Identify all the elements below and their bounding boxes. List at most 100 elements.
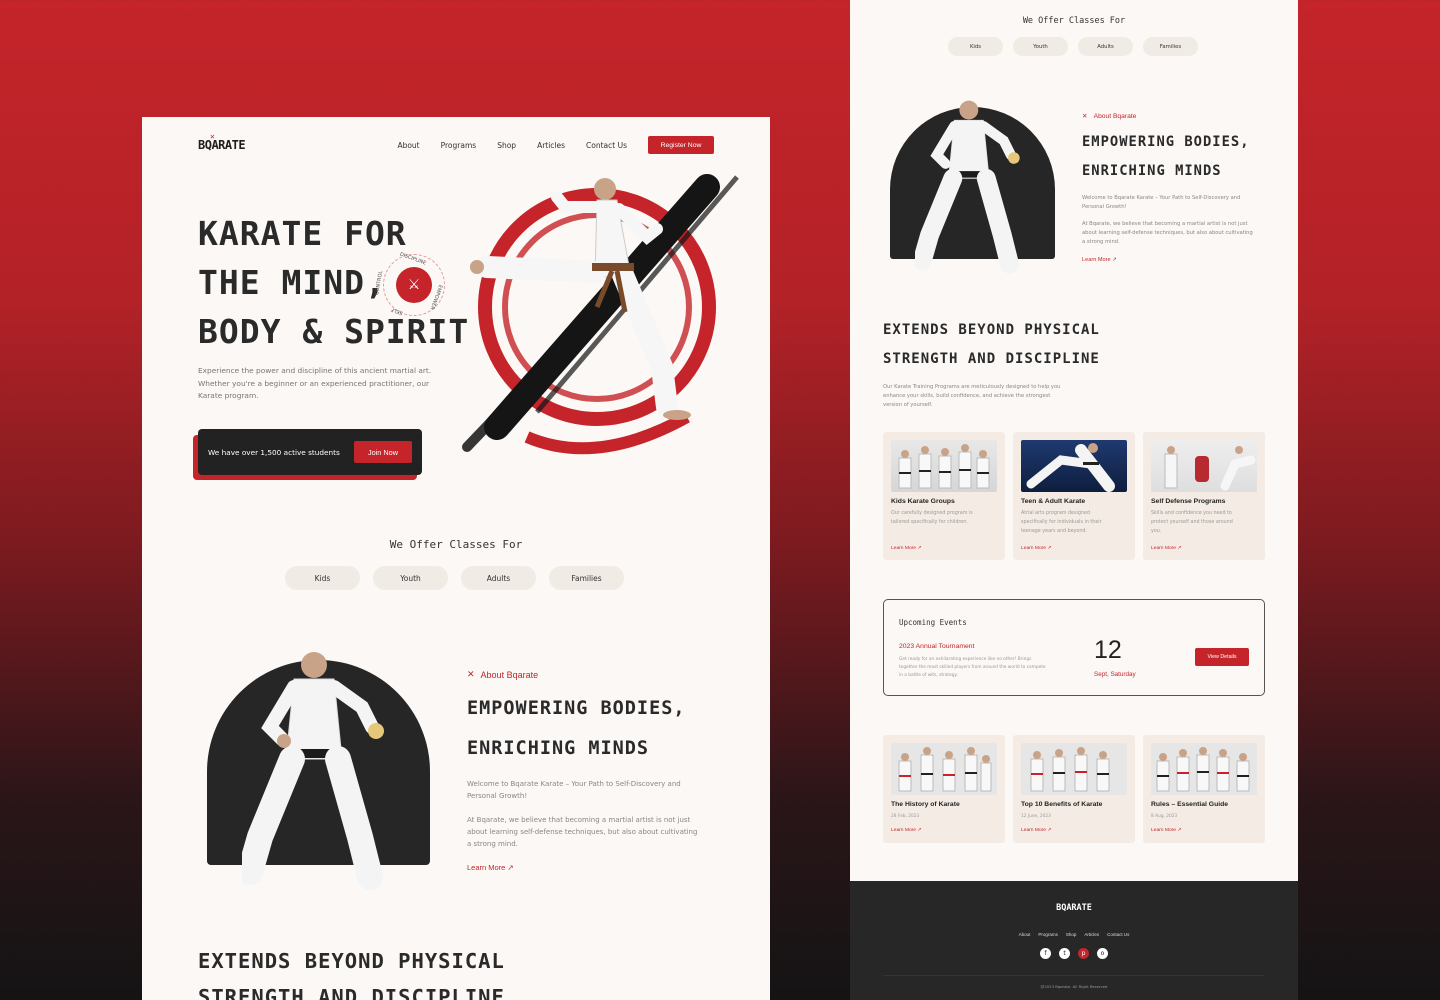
events-title: Upcoming Events — [899, 618, 967, 627]
article-date: 12 June, 2023 — [1021, 814, 1051, 819]
about-heading-line-1: EMPOWERING BODIES, — [467, 698, 686, 719]
footer-logo[interactable]: BQARATE — [850, 903, 1298, 913]
article-image — [1151, 743, 1257, 795]
program-card[interactable]: Self Defense Programs Skills and confide… — [1143, 432, 1265, 560]
footer-nav-about[interactable]: About — [1019, 932, 1031, 937]
article-card[interactable]: Rules – Essential Guide 8 Aug, 2023 Lear… — [1143, 735, 1265, 843]
program-title: Teen & Adult Karate — [1021, 498, 1086, 505]
twitter-icon[interactable]: t — [1059, 948, 1070, 959]
about-paragraph-2: At Bqarate, we believe that becoming a m… — [1082, 221, 1253, 245]
footer-divider — [884, 975, 1264, 976]
article-date: 28 Feb, 2023 — [891, 814, 920, 819]
about-paragraph-1: Welcome to Bqarate Karate – Your Path to… — [467, 780, 681, 800]
about-karateka-image — [915, 100, 1020, 274]
pill-youth[interactable]: Youth — [1013, 37, 1068, 56]
social-links: f t p o — [1040, 948, 1108, 959]
instagram-icon[interactable]: o — [1097, 948, 1108, 959]
hero-karateka-illustration — [462, 174, 739, 455]
landing-page-scrolled: We Offer Classes For Kids Youth Adults F… — [850, 0, 1298, 1000]
pill-families[interactable]: Families — [1143, 37, 1198, 56]
extends-heading: EXTENDS BEYOND PHYSICAL STRENGTH AND DIS… — [883, 316, 1100, 374]
about-tag: ✕ About Bqarate — [467, 669, 538, 680]
join-now-button[interactable]: Join Now — [354, 441, 412, 463]
article-title: Rules – Essential Guide — [1151, 801, 1229, 808]
pill-adults[interactable]: Adults — [461, 566, 536, 590]
footer-nav: About Programs Shop Articles Contact Us — [850, 932, 1298, 937]
nav-articles[interactable]: Articles — [537, 141, 565, 150]
about-tag-icon: ✕ — [467, 669, 475, 679]
article-card[interactable]: Top 10 Benefits of Karate 12 June, 2023 … — [1013, 735, 1135, 843]
pinterest-icon[interactable]: p — [1078, 948, 1089, 959]
footer-nav-programs[interactable]: Programs — [1038, 932, 1058, 937]
values-badge: DISCIPLINE CONTROL SELF EMPOWER ⚔ — [374, 251, 445, 316]
article-learn-more[interactable]: Learn More ↗ — [1151, 827, 1181, 833]
extends-heading: EXTENDS BEYOND PHYSICAL STRENGTH AND DIS… — [198, 943, 505, 1000]
landing-page-desktop: ✕ BQARATE About Programs Shop Articles Co… — [142, 117, 770, 1000]
copyright: @2023 Bqarate. All Right Reserved — [1040, 984, 1108, 989]
footer-nav-articles[interactable]: Articles — [1084, 932, 1099, 937]
class-pills: Kids Youth Adults Families — [948, 37, 1198, 56]
about-tag-text: About Bqarate — [1093, 112, 1137, 120]
pill-kids[interactable]: Kids — [285, 566, 360, 590]
footer-nav-shop[interactable]: Shop — [1066, 932, 1077, 937]
upcoming-events-card: Upcoming Events 2023 Annual Tournament G… — [883, 599, 1265, 696]
extends-heading-line-2: STRENGTH AND DISCIPLINE — [198, 985, 505, 1000]
students-text: We have over 1,500 active students — [208, 447, 340, 457]
about-learn-more-link[interactable]: Learn More ↗ — [1082, 257, 1117, 263]
facebook-icon[interactable]: f — [1040, 948, 1051, 959]
view-details-button[interactable]: View Details — [1195, 648, 1249, 666]
program-description: Atrial arts program designed specificall… — [1021, 511, 1102, 534]
program-card[interactable]: Teen & Adult Karate Atrial arts program … — [1013, 432, 1135, 560]
program-title: Kids Karate Groups — [891, 498, 955, 505]
program-card[interactable]: Kids Karate Groups Our carefully designe… — [883, 432, 1005, 560]
extends-description: Our Karate Training Programs are meticul… — [883, 384, 1061, 408]
program-image — [891, 440, 997, 492]
nav-programs[interactable]: Programs — [441, 141, 477, 150]
nav-shop[interactable]: Shop — [497, 141, 516, 150]
about-tag: ✕ About Bqarate — [1082, 112, 1137, 121]
students-card: We have over 1,500 active students Join … — [198, 429, 422, 475]
program-learn-more[interactable]: Learn More ↗ — [891, 545, 921, 551]
about-karateka-image — [242, 652, 384, 890]
event-date: Sept, Saturday — [1094, 671, 1136, 678]
nav-contact[interactable]: Contact Us — [586, 141, 627, 150]
pill-youth[interactable]: Youth — [373, 566, 448, 590]
hero-title-line-3: BODY & SPIRIT — [198, 312, 470, 351]
nav-about[interactable]: About — [397, 141, 419, 150]
extends-heading-line-1: EXTENDS BEYOND PHYSICAL — [883, 322, 1100, 338]
about-heading-line-2: ENRICHING MINDS — [1082, 163, 1222, 179]
about-heading: EMPOWERING BODIES, ENRICHING MINDS — [1082, 128, 1250, 186]
article-image — [1021, 743, 1127, 795]
program-learn-more[interactable]: Learn More ↗ — [1151, 545, 1181, 551]
article-date: 8 Aug, 2023 — [1151, 814, 1178, 819]
article-card[interactable]: The History of Karate 28 Feb, 2023 Learn… — [883, 735, 1005, 843]
article-learn-more[interactable]: Learn More ↗ — [1021, 827, 1051, 833]
article-learn-more[interactable]: Learn More ↗ — [891, 827, 921, 833]
class-pills: Kids Youth Adults Families — [285, 566, 624, 590]
article-image — [891, 743, 997, 795]
extends-heading-line-2: STRENGTH AND DISCIPLINE — [883, 351, 1100, 367]
about-tag-text: About Bqarate — [480, 669, 539, 680]
program-learn-more[interactable]: Learn More ↗ — [1021, 545, 1051, 551]
register-button[interactable]: Register Now — [648, 136, 714, 154]
footer-nav-contact[interactable]: Contact Us — [1107, 932, 1129, 937]
program-image — [1151, 440, 1257, 492]
logo-text: BQARATE — [198, 138, 246, 152]
pill-kids[interactable]: Kids — [948, 37, 1003, 56]
program-image — [1021, 440, 1127, 492]
logo[interactable]: ✕ BQARATE — [198, 132, 246, 152]
event-day: 12 — [1094, 636, 1122, 664]
article-title: The History of Karate — [891, 801, 960, 808]
hero-description: Experience the power and discipline of t… — [198, 366, 432, 400]
event-name: 2023 Annual Tournament — [899, 643, 975, 650]
article-title: Top 10 Benefits of Karate — [1021, 801, 1103, 808]
about-learn-more-link[interactable]: Learn More ↗ — [467, 863, 514, 872]
about-heading-line-2: ENRICHING MINDS — [467, 738, 650, 759]
about-tag-icon: ✕ — [1082, 113, 1088, 120]
pill-families[interactable]: Families — [549, 566, 624, 590]
top-nav: ✕ BQARATE About Programs Shop Articles Co… — [198, 127, 714, 163]
about-heading-line-1: EMPOWERING BODIES, — [1082, 134, 1250, 150]
pill-adults[interactable]: Adults — [1078, 37, 1133, 56]
nav-links: About Programs Shop Articles Contact Us — [376, 141, 627, 150]
program-description: Our carefully designed program is tailor… — [891, 511, 973, 525]
